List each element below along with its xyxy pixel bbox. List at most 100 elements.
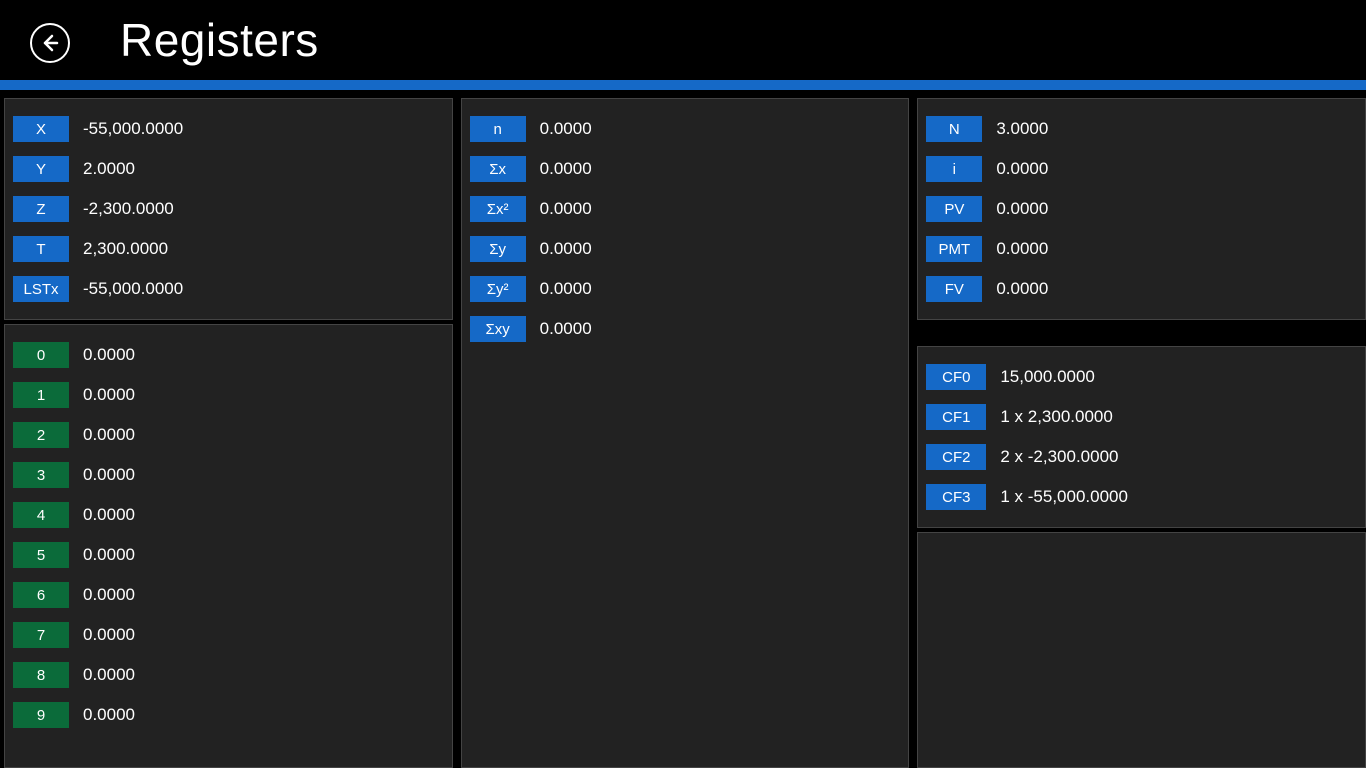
cf-label-3[interactable]: CF3 xyxy=(926,484,986,510)
register-value: 2.0000 xyxy=(83,159,135,179)
panel-gap xyxy=(917,324,1366,342)
stat-label-n[interactable]: n xyxy=(470,116,526,142)
register-row: FV 0.0000 xyxy=(926,271,1357,307)
register-row: Y 2.0000 xyxy=(13,151,444,187)
storage-label-5[interactable]: 5 xyxy=(13,542,69,568)
register-row: Σx 0.0000 xyxy=(470,151,901,187)
register-row: i 0.0000 xyxy=(926,151,1357,187)
cashflow-panel: CF0 15,000.0000 CF1 1 x 2,300.0000 CF2 2… xyxy=(917,346,1366,528)
tvm-label-pv[interactable]: PV xyxy=(926,196,982,222)
register-row: Σy 0.0000 xyxy=(470,231,901,267)
register-label-t[interactable]: T xyxy=(13,236,69,262)
register-value: 0.0000 xyxy=(540,119,592,139)
storage-label-7[interactable]: 7 xyxy=(13,622,69,648)
register-value: -55,000.0000 xyxy=(83,119,183,139)
storage-label-8[interactable]: 8 xyxy=(13,662,69,688)
register-row: CF3 1 x -55,000.0000 xyxy=(926,479,1357,515)
back-arrow-icon xyxy=(40,33,60,53)
register-row: 5 0.0000 xyxy=(13,537,444,573)
register-value: 0.0000 xyxy=(83,545,135,565)
page-title: Registers xyxy=(120,13,319,67)
column-stack-storage: X -55,000.0000 Y 2.0000 Z -2,300.0000 T … xyxy=(4,98,453,768)
cf-label-0[interactable]: CF0 xyxy=(926,364,986,390)
register-value: 0.0000 xyxy=(996,199,1048,219)
register-value: 0.0000 xyxy=(83,465,135,485)
register-value: -2,300.0000 xyxy=(83,199,174,219)
register-row: 3 0.0000 xyxy=(13,457,444,493)
storage-label-4[interactable]: 4 xyxy=(13,502,69,528)
register-value: 0.0000 xyxy=(83,385,135,405)
tvm-label-n[interactable]: N xyxy=(926,116,982,142)
header: Registers xyxy=(0,0,1366,80)
column-statistics: n 0.0000 Σx 0.0000 Σx² 0.0000 Σy 0.0000 … xyxy=(461,98,910,768)
register-label-y[interactable]: Y xyxy=(13,156,69,182)
register-row: Σx² 0.0000 xyxy=(470,191,901,227)
register-value: 15,000.0000 xyxy=(1000,367,1095,387)
register-value: 0.0000 xyxy=(540,279,592,299)
register-value: 0.0000 xyxy=(540,239,592,259)
storage-label-6[interactable]: 6 xyxy=(13,582,69,608)
register-row: PV 0.0000 xyxy=(926,191,1357,227)
register-value: -55,000.0000 xyxy=(83,279,183,299)
cf-label-2[interactable]: CF2 xyxy=(926,444,986,470)
register-value: 0.0000 xyxy=(83,625,135,645)
back-button[interactable] xyxy=(30,23,70,63)
stat-label-sumy2[interactable]: Σy² xyxy=(470,276,526,302)
register-row: n 0.0000 xyxy=(470,111,901,147)
register-value: 0.0000 xyxy=(540,319,592,339)
register-row: 7 0.0000 xyxy=(13,617,444,653)
register-row: LSTx -55,000.0000 xyxy=(13,271,444,307)
empty-panel xyxy=(917,532,1366,768)
storage-panel: 0 0.0000 1 0.0000 2 0.0000 3 0.0000 4 0.… xyxy=(4,324,453,768)
stat-label-sumxy[interactable]: Σxy xyxy=(470,316,526,342)
register-row: 2 0.0000 xyxy=(13,417,444,453)
register-value: 0.0000 xyxy=(83,425,135,445)
register-value: 3.0000 xyxy=(996,119,1048,139)
storage-label-1[interactable]: 1 xyxy=(13,382,69,408)
stat-label-sumx[interactable]: Σx xyxy=(470,156,526,182)
register-row: 9 0.0000 xyxy=(13,697,444,733)
register-label-x[interactable]: X xyxy=(13,116,69,142)
register-row: Σxy 0.0000 xyxy=(470,311,901,347)
storage-label-0[interactable]: 0 xyxy=(13,342,69,368)
register-value: 0.0000 xyxy=(83,585,135,605)
register-row: T 2,300.0000 xyxy=(13,231,444,267)
storage-label-2[interactable]: 2 xyxy=(13,422,69,448)
register-row: N 3.0000 xyxy=(926,111,1357,147)
tvm-label-pmt[interactable]: PMT xyxy=(926,236,982,262)
register-label-lstx[interactable]: LSTx xyxy=(13,276,69,302)
register-value: 0.0000 xyxy=(540,199,592,219)
content: X -55,000.0000 Y 2.0000 Z -2,300.0000 T … xyxy=(0,90,1366,768)
register-value: 0.0000 xyxy=(83,505,135,525)
register-row: Z -2,300.0000 xyxy=(13,191,444,227)
cf-label-1[interactable]: CF1 xyxy=(926,404,986,430)
tvm-label-fv[interactable]: FV xyxy=(926,276,982,302)
register-value: 0.0000 xyxy=(996,159,1048,179)
register-row: 4 0.0000 xyxy=(13,497,444,533)
stats-panel: n 0.0000 Σx 0.0000 Σx² 0.0000 Σy 0.0000 … xyxy=(461,98,910,768)
register-value: 1 x 2,300.0000 xyxy=(1000,407,1112,427)
tvm-label-i[interactable]: i xyxy=(926,156,982,182)
register-row: X -55,000.0000 xyxy=(13,111,444,147)
register-row: CF0 15,000.0000 xyxy=(926,359,1357,395)
register-row: Σy² 0.0000 xyxy=(470,271,901,307)
register-row: 1 0.0000 xyxy=(13,377,444,413)
accent-bar xyxy=(0,80,1366,90)
register-value: 0.0000 xyxy=(996,279,1048,299)
storage-label-9[interactable]: 9 xyxy=(13,702,69,728)
register-value: 0.0000 xyxy=(83,345,135,365)
register-value: 1 x -55,000.0000 xyxy=(1000,487,1128,507)
register-value: 2,300.0000 xyxy=(83,239,168,259)
storage-label-3[interactable]: 3 xyxy=(13,462,69,488)
stat-label-sumx2[interactable]: Σx² xyxy=(470,196,526,222)
register-row: 8 0.0000 xyxy=(13,657,444,693)
register-value: 0.0000 xyxy=(996,239,1048,259)
register-label-z[interactable]: Z xyxy=(13,196,69,222)
stack-panel: X -55,000.0000 Y 2.0000 Z -2,300.0000 T … xyxy=(4,98,453,320)
register-value: 0.0000 xyxy=(83,665,135,685)
register-row: 0 0.0000 xyxy=(13,337,444,373)
register-value: 2 x -2,300.0000 xyxy=(1000,447,1118,467)
tvm-panel: N 3.0000 i 0.0000 PV 0.0000 PMT 0.0000 F… xyxy=(917,98,1366,320)
stat-label-sumy[interactable]: Σy xyxy=(470,236,526,262)
register-row: 6 0.0000 xyxy=(13,577,444,613)
